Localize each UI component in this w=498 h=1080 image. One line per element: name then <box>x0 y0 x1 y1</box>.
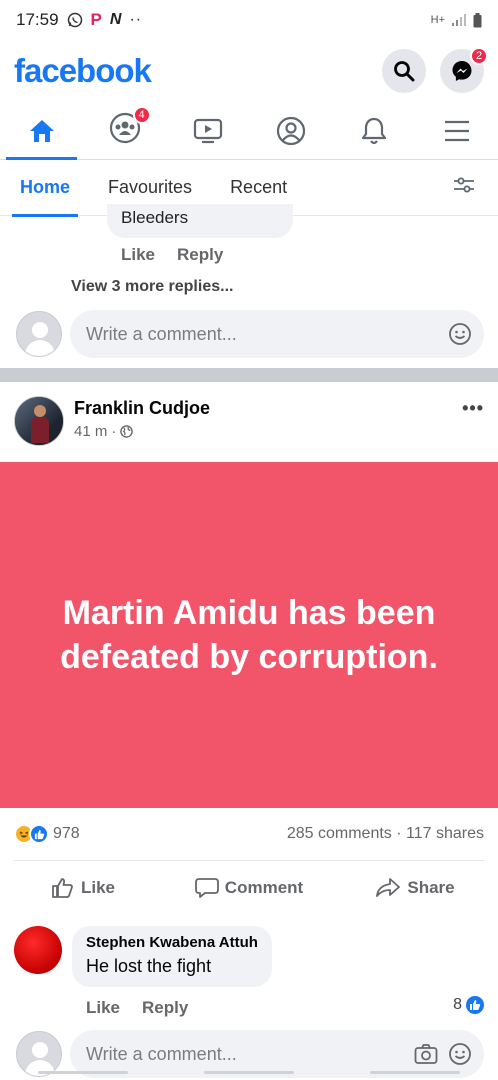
status-time: 17:59 <box>16 10 59 29</box>
post-header: Franklin Cudjoe 41 m · ••• <box>14 396 484 448</box>
emoji-icon[interactable] <box>448 322 472 346</box>
comment-button[interactable]: Comment <box>166 866 332 910</box>
comment-reply-button[interactable]: Reply <box>142 998 188 1018</box>
comment-text: He lost the fight <box>86 956 212 976</box>
post-text: Martin Amidu has been defeated by corrup… <box>60 594 438 676</box>
messenger-icon <box>452 61 472 81</box>
post-actions: Like Comment Share <box>0 866 498 910</box>
prev-write-comment-row: Write a comment... <box>16 310 484 358</box>
main-nav: 4 <box>0 102 498 160</box>
nav-notifications[interactable] <box>332 102 415 159</box>
app-header: facebook 2 <box>0 40 498 102</box>
prev-comment-bubble: Bleeders <box>107 204 293 238</box>
comment-icon <box>194 878 219 898</box>
battery-icon <box>473 12 482 27</box>
prev-reply-button[interactable]: Reply <box>177 245 223 265</box>
network-type: H+ <box>430 14 445 26</box>
prev-comment-text: Bleeders <box>121 208 189 227</box>
post-author[interactable]: Franklin Cudjoe <box>74 398 210 419</box>
divider <box>14 860 484 861</box>
status-p-icon: P <box>90 10 102 29</box>
status-n-icon: N <box>109 11 122 28</box>
comment-actions: Like Reply <box>86 998 188 1018</box>
comment-like-count: 8 <box>453 996 484 1014</box>
status-bar: 17:59 P N ·· H+ <box>0 0 498 40</box>
post-timestamp: 41 m · <box>74 423 210 440</box>
comment-like-button[interactable]: Like <box>86 998 120 1018</box>
nav-menu[interactable] <box>415 102 498 159</box>
whatsapp-icon <box>67 12 82 28</box>
post-text-banner: Martin Amidu has been defeated by corrup… <box>0 462 498 808</box>
post-stats[interactable]: 285 comments · 117 shares <box>287 825 484 843</box>
commenter-avatar[interactable] <box>14 926 62 974</box>
comment-bubble[interactable]: Stephen Kwabena Attuh He lost the fight <box>72 926 272 987</box>
home-icon <box>29 119 54 142</box>
menu-icon <box>444 120 469 141</box>
globe-icon <box>120 425 134 438</box>
thumbs-up-icon <box>52 878 73 898</box>
like-reaction-icon <box>29 824 49 844</box>
watch-icon <box>193 118 222 143</box>
messenger-button[interactable]: 2 <box>440 47 488 93</box>
share-button[interactable]: Share <box>332 866 498 910</box>
author-avatar[interactable] <box>14 396 64 446</box>
post-reactions-row[interactable]: 978 285 comments · 117 shares <box>14 820 484 848</box>
facebook-logo[interactable]: facebook <box>14 52 152 90</box>
tab-home[interactable]: Home <box>8 160 82 217</box>
like-button[interactable]: Like <box>0 866 166 910</box>
filter-icon <box>454 177 474 193</box>
status-more-dots: ·· <box>129 11 143 28</box>
nav-home[interactable] <box>0 102 83 160</box>
emoji-icon[interactable] <box>448 1042 472 1066</box>
profile-icon <box>276 116 305 145</box>
signal-icon <box>452 14 466 26</box>
prev-comment-actions: Like Reply <box>121 245 223 265</box>
groups-badge: 4 <box>132 106 151 124</box>
nav-watch[interactable] <box>166 102 249 159</box>
camera-icon[interactable] <box>414 1043 438 1065</box>
nav-profile[interactable] <box>249 102 332 159</box>
like-reaction-icon <box>466 996 484 1014</box>
commenter-name[interactable]: Stephen Kwabena Attuh <box>86 934 258 951</box>
post-separator <box>0 368 498 382</box>
feed-filter-button[interactable] <box>452 175 476 200</box>
search-icon <box>394 61 415 82</box>
reaction-count: 978 <box>53 825 80 842</box>
share-icon <box>376 878 401 897</box>
bell-icon <box>361 117 386 144</box>
post-more-button[interactable]: ••• <box>462 398 484 448</box>
prev-comment-input[interactable]: Write a comment... <box>70 310 484 358</box>
system-gesture-bar <box>0 1071 498 1074</box>
nav-groups[interactable]: 4 <box>83 102 166 159</box>
messenger-badge: 2 <box>470 47 488 65</box>
prev-like-button[interactable]: Like <box>121 245 155 265</box>
user-avatar <box>16 311 62 357</box>
search-button[interactable] <box>382 49 426 93</box>
view-more-replies[interactable]: View 3 more replies... <box>71 278 233 296</box>
